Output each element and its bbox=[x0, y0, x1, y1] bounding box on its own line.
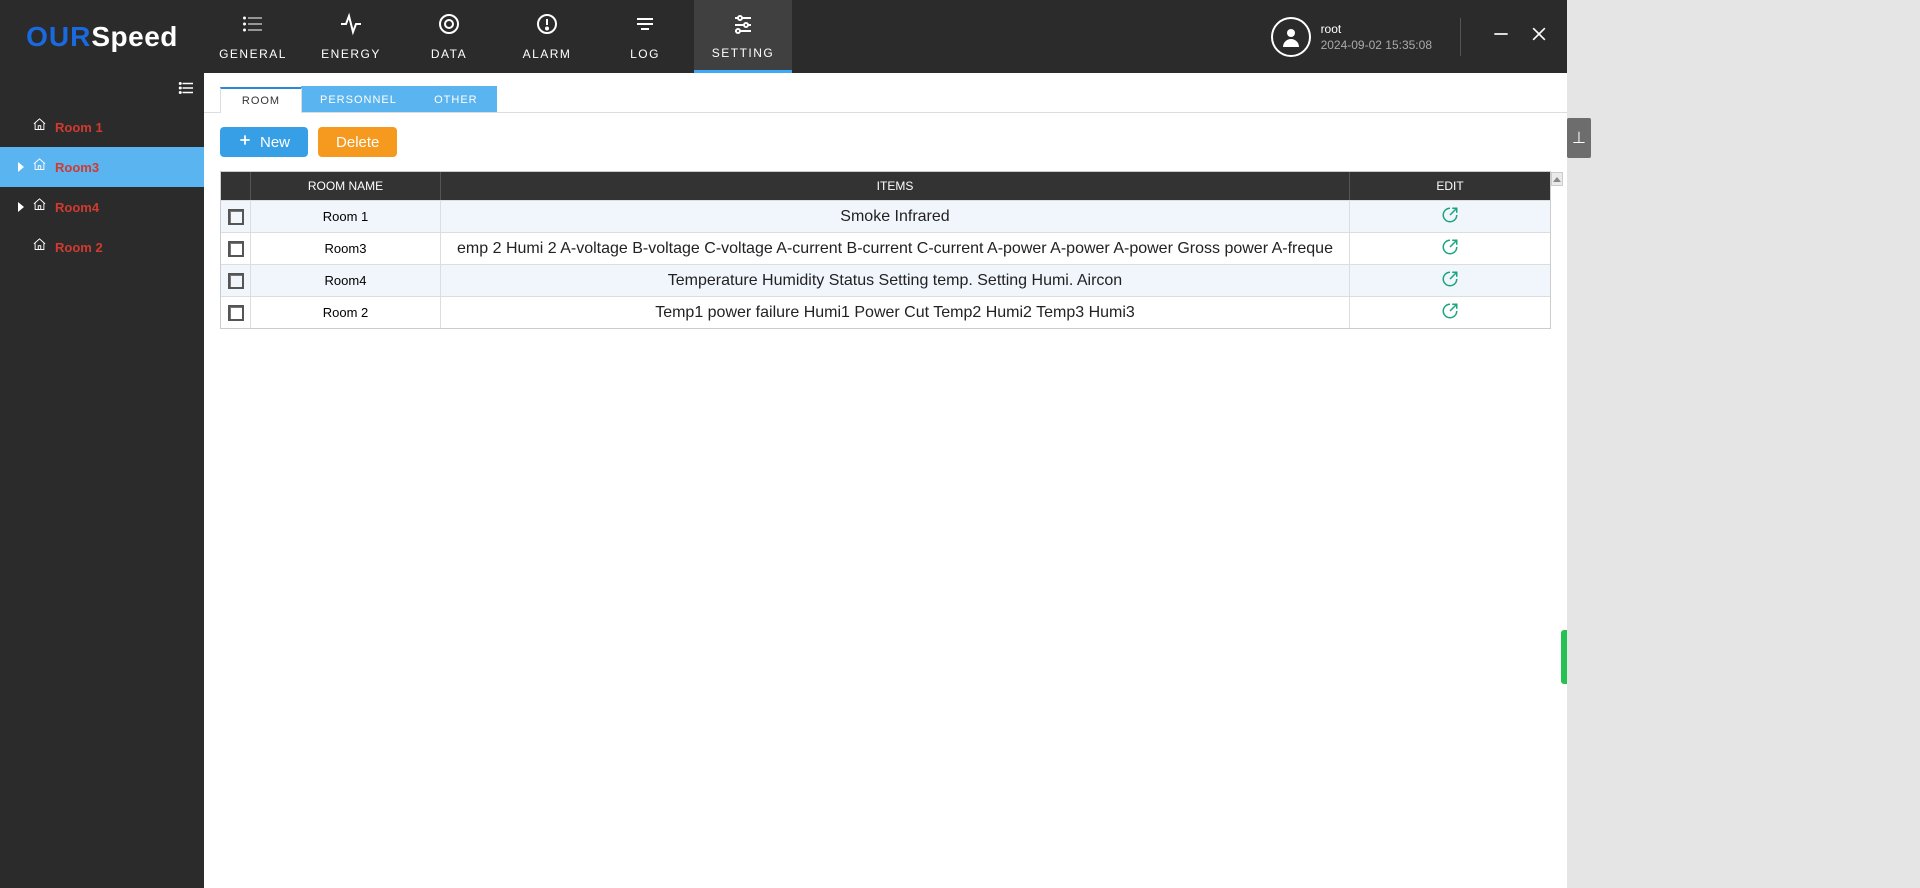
nav-general[interactable]: GENERAL bbox=[204, 0, 302, 73]
body: Room 1 Room3 Room4 Room 2 bbox=[0, 73, 1567, 888]
cell-items: Temp1 power failure Humi1 Power Cut Temp… bbox=[441, 297, 1350, 328]
window-controls bbox=[1473, 0, 1567, 73]
tab-room[interactable]: ROOM bbox=[220, 87, 302, 113]
cell-items: emp 2 Humi 2 A-voltage B-voltage C-volta… bbox=[441, 233, 1350, 264]
home-icon bbox=[32, 157, 47, 177]
scroll-up-icon[interactable] bbox=[1551, 172, 1563, 186]
room-name: Room3 bbox=[55, 160, 99, 175]
sidebar-item-room1[interactable]: Room 1 bbox=[0, 107, 204, 147]
room-name: Room4 bbox=[55, 200, 99, 215]
right-handle[interactable] bbox=[1561, 630, 1567, 684]
home-icon bbox=[32, 117, 47, 137]
nav-label: DATA bbox=[431, 47, 467, 61]
sidebar-item-room3[interactable]: Room3 bbox=[0, 147, 204, 187]
nav-setting[interactable]: SETTING bbox=[694, 0, 792, 73]
delete-button[interactable]: Delete bbox=[318, 127, 397, 157]
rooms-table: ROOM NAME ITEMS EDIT Room 1 Smoke Infrar… bbox=[220, 171, 1551, 329]
cell-room-name: Room4 bbox=[251, 265, 441, 296]
cell-room-name: Room 2 bbox=[251, 297, 441, 328]
cell-room-name: Room 1 bbox=[251, 201, 441, 232]
nav-data[interactable]: DATA bbox=[400, 0, 498, 73]
tab-other[interactable]: OTHER bbox=[415, 86, 497, 112]
row-checkbox[interactable] bbox=[228, 241, 244, 257]
row-checkbox[interactable] bbox=[228, 305, 244, 321]
th-items: ITEMS bbox=[441, 172, 1350, 200]
sidebar-toggle-icon[interactable] bbox=[178, 79, 196, 102]
user-info: root 2024-09-02 15:35:08 bbox=[1321, 22, 1432, 52]
app-window: OURSpeed GENERAL ENERGY DATA bbox=[0, 0, 1567, 888]
nav-log[interactable]: LOG bbox=[596, 0, 694, 73]
cell-items: Smoke Infrared bbox=[441, 201, 1350, 232]
nav-tabs: GENERAL ENERGY DATA ALARM bbox=[204, 0, 792, 73]
table-wrap: ROOM NAME ITEMS EDIT Room 1 Smoke Infrar… bbox=[204, 171, 1567, 888]
nav-label: SETTING bbox=[712, 46, 775, 60]
table-row: Room 2 Temp1 power failure Humi1 Power C… bbox=[221, 296, 1550, 328]
brand-logo: OURSpeed bbox=[0, 0, 204, 73]
user-time: 2024-09-02 15:35:08 bbox=[1321, 38, 1432, 52]
room-list: Room 1 Room3 Room4 Room 2 bbox=[0, 107, 204, 267]
sidebar: Room 1 Room3 Room4 Room 2 bbox=[0, 73, 204, 888]
side-tool-icon[interactable]: ⊥ bbox=[1567, 118, 1591, 158]
edit-icon[interactable] bbox=[1441, 270, 1459, 291]
cell-room-name: Room3 bbox=[251, 233, 441, 264]
sliders-icon bbox=[731, 11, 755, 38]
nav-energy[interactable]: ENERGY bbox=[302, 0, 400, 73]
th-room-name: ROOM NAME bbox=[251, 172, 441, 200]
separator bbox=[1460, 18, 1461, 56]
plus-icon bbox=[238, 133, 252, 151]
cell-items: Temperature Humidity Status Setting temp… bbox=[441, 265, 1350, 296]
row-checkbox[interactable] bbox=[228, 273, 244, 289]
new-label: New bbox=[260, 134, 290, 151]
list-icon bbox=[241, 12, 265, 39]
alert-icon bbox=[535, 12, 559, 39]
room-name: Room 2 bbox=[55, 240, 103, 255]
brand-part1: OUR bbox=[26, 21, 91, 53]
delete-label: Delete bbox=[336, 134, 379, 151]
sidebar-item-room4[interactable]: Room4 bbox=[0, 187, 204, 227]
chevron-right-icon bbox=[18, 202, 24, 212]
tab-label: PERSONNEL bbox=[320, 94, 397, 106]
row-checkbox[interactable] bbox=[228, 209, 244, 225]
activity-icon bbox=[339, 12, 363, 39]
table-row: Room 1 Smoke Infrared bbox=[221, 200, 1550, 232]
topbar: OURSpeed GENERAL ENERGY DATA bbox=[0, 0, 1567, 73]
close-icon[interactable] bbox=[1529, 24, 1549, 49]
edit-icon[interactable] bbox=[1441, 302, 1459, 323]
tab-label: ROOM bbox=[242, 95, 280, 107]
lines-icon bbox=[633, 12, 657, 39]
home-icon bbox=[32, 197, 47, 217]
new-button[interactable]: New bbox=[220, 127, 308, 157]
main-content: ROOM PERSONNEL OTHER New Delete ROOM NAM… bbox=[204, 73, 1567, 888]
action-bar: New Delete bbox=[204, 113, 1567, 171]
edit-icon[interactable] bbox=[1441, 206, 1459, 227]
home-icon bbox=[32, 237, 47, 257]
edit-icon[interactable] bbox=[1441, 238, 1459, 259]
spacer bbox=[792, 0, 1271, 73]
target-icon bbox=[437, 12, 461, 39]
table-row: Room3 emp 2 Humi 2 A-voltage B-voltage C… bbox=[221, 232, 1550, 264]
user-name: root bbox=[1321, 22, 1432, 36]
tab-label: OTHER bbox=[434, 94, 478, 106]
user-box[interactable]: root 2024-09-02 15:35:08 bbox=[1271, 0, 1448, 73]
avatar bbox=[1271, 17, 1311, 57]
table-row: Room4 Temperature Humidity Status Settin… bbox=[221, 264, 1550, 296]
nav-label: GENERAL bbox=[219, 47, 287, 61]
sidebar-item-room2[interactable]: Room 2 bbox=[0, 227, 204, 267]
room-name: Room 1 bbox=[55, 120, 103, 135]
th-checkbox bbox=[221, 172, 251, 200]
tabs: ROOM PERSONNEL OTHER bbox=[204, 73, 1567, 113]
nav-label: ENERGY bbox=[321, 47, 381, 61]
table-header: ROOM NAME ITEMS EDIT bbox=[221, 172, 1550, 200]
chevron-right-icon bbox=[18, 162, 24, 172]
tab-personnel[interactable]: PERSONNEL bbox=[301, 86, 416, 112]
minimize-icon[interactable] bbox=[1491, 24, 1511, 49]
nav-alarm[interactable]: ALARM bbox=[498, 0, 596, 73]
nav-label: ALARM bbox=[523, 47, 572, 61]
brand-part2: Speed bbox=[91, 21, 178, 53]
nav-label: LOG bbox=[630, 47, 660, 61]
th-edit: EDIT bbox=[1350, 172, 1550, 200]
